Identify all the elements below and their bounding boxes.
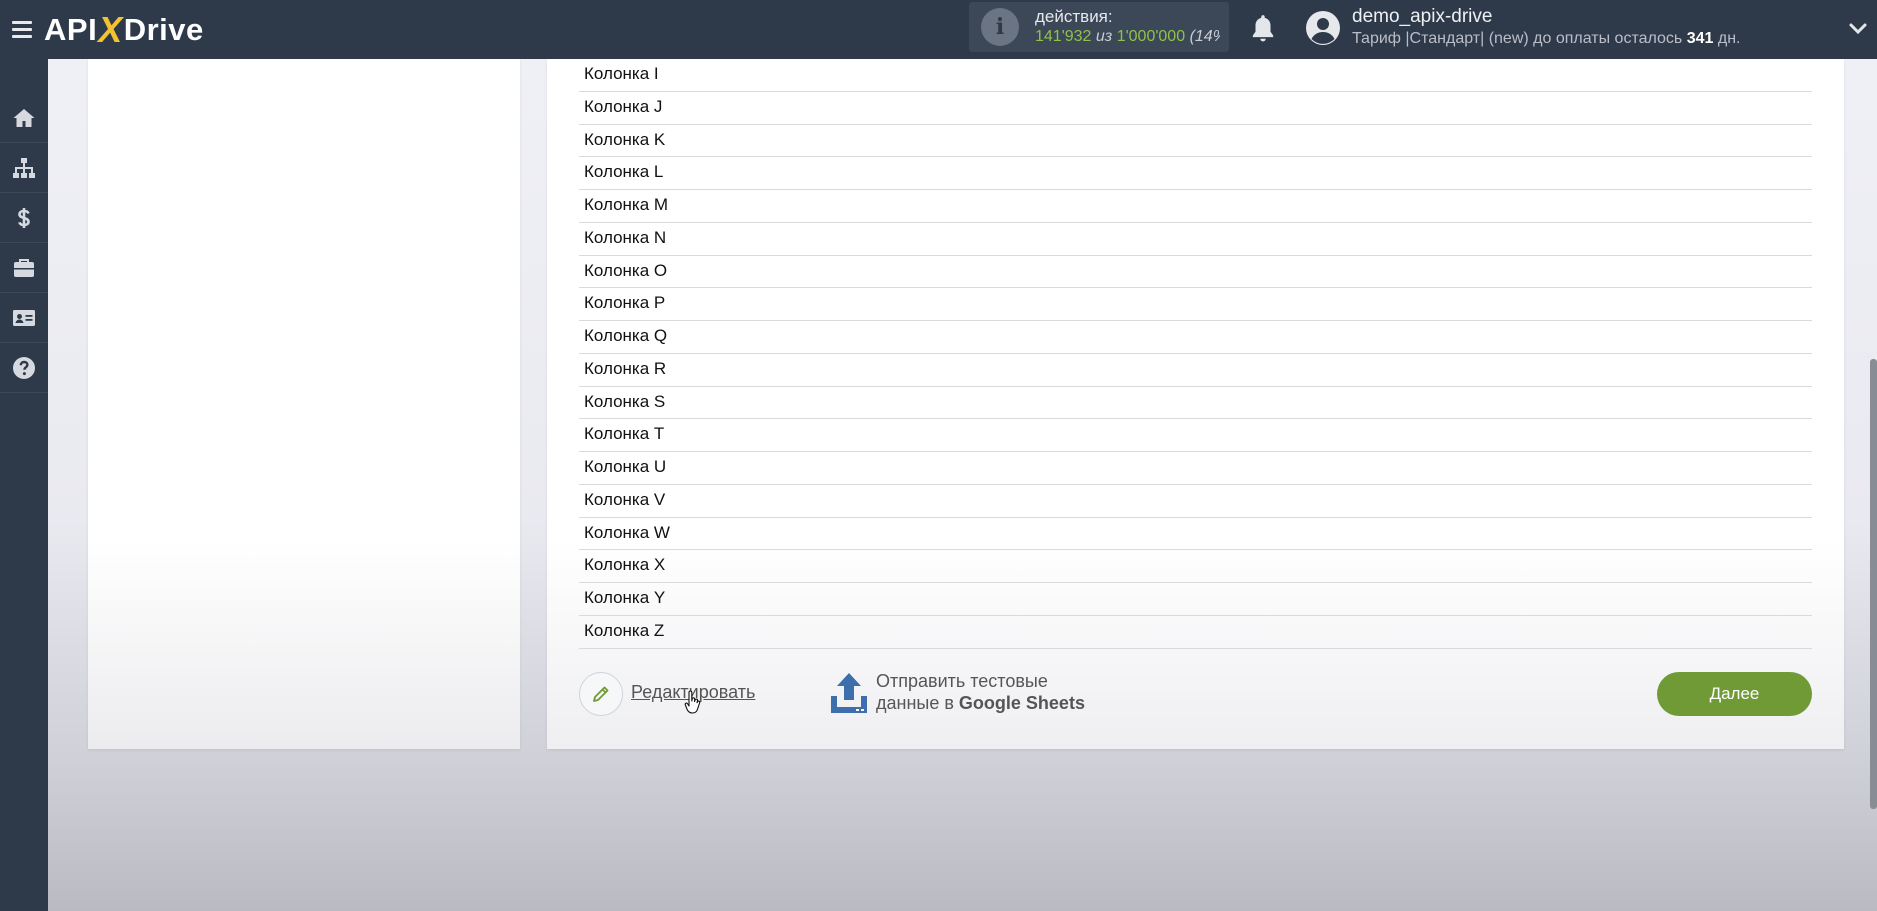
next-button[interactable]: Далее xyxy=(1657,672,1812,716)
column-row: Колонка Z xyxy=(579,616,1812,649)
send-line-1: Отправить тестовые xyxy=(876,671,1048,691)
column-row: Колонка I xyxy=(579,59,1812,92)
home-icon xyxy=(13,108,35,127)
column-row: Колонка X xyxy=(579,550,1812,583)
column-row: Колонка P xyxy=(579,288,1812,321)
hand-cursor-icon xyxy=(684,690,701,714)
plan-days-unit: дн. xyxy=(1717,30,1741,47)
column-row: Колонка L xyxy=(579,157,1812,190)
sidebar-item-services[interactable] xyxy=(0,243,48,293)
edit-button[interactable] xyxy=(579,672,623,716)
chevron-down-icon[interactable] xyxy=(1848,18,1868,38)
column-row: Колонка O xyxy=(579,256,1812,289)
column-row: Колонка S xyxy=(579,387,1812,420)
send-test-data-button[interactable]: Отправить тестовые данные в Google Sheet… xyxy=(876,670,1085,714)
id-card-icon xyxy=(13,309,35,326)
column-row: Колонка Y xyxy=(579,583,1812,616)
info-icon: i xyxy=(981,8,1019,46)
user-info[interactable]: demo_apix-drive Тариф |Стандарт| (new) д… xyxy=(1352,6,1740,50)
send-line-2: данные в Google Sheets xyxy=(876,692,1085,714)
actions-percent: (14% xyxy=(1189,28,1220,45)
column-row: Колонка M xyxy=(579,190,1812,223)
menu-icon[interactable] xyxy=(0,0,44,59)
briefcase-icon xyxy=(14,258,34,277)
send-prefix: данные в xyxy=(876,693,954,713)
sidebar-item-help[interactable] xyxy=(0,343,48,393)
main-panel: Колонка I Колонка J Колонка K Колонка L Коло… xyxy=(547,59,1844,749)
logo-text-api: API xyxy=(44,11,98,47)
column-row: Колонка U xyxy=(579,452,1812,485)
dollar-icon xyxy=(18,207,30,228)
apixdrive-logo[interactable]: API X Drive xyxy=(44,0,204,59)
plan-text: Тариф |Стандарт| (new) до оплаты осталос… xyxy=(1352,30,1683,47)
actions-value: 141'932 из 1'000'000 (14% xyxy=(1035,27,1220,47)
scrollbar-thumb[interactable] xyxy=(1870,359,1877,809)
column-row: Колонка V xyxy=(579,485,1812,518)
bell-icon[interactable] xyxy=(1250,13,1276,43)
username: demo_apix-drive xyxy=(1352,6,1493,27)
sidebar-item-billing[interactable] xyxy=(0,193,48,243)
actions-counter[interactable]: i действия: 141'932 из 1'000'000 (14% xyxy=(969,2,1229,52)
column-row: Колонка K xyxy=(579,125,1812,158)
plan-days: 341 xyxy=(1686,30,1714,47)
sitemap-icon xyxy=(13,157,35,178)
sidebar-item-home[interactable] xyxy=(0,93,48,143)
plan-info: Тариф |Стандарт| (new) до оплаты осталос… xyxy=(1352,28,1740,50)
actions-total: 1'000'000 xyxy=(1116,28,1186,45)
column-row: Колонка W xyxy=(579,518,1812,551)
logo-text-drive: Drive xyxy=(123,11,204,47)
actions-of: из xyxy=(1095,28,1113,45)
footer-actions: Редактировать Отправить тестовые данные … xyxy=(579,670,1812,718)
scrollbar[interactable] xyxy=(1870,59,1877,911)
sidebar xyxy=(0,59,48,911)
upload-icon[interactable] xyxy=(828,671,870,715)
pencil-icon xyxy=(593,686,609,702)
column-row: Колонка T xyxy=(579,419,1812,452)
left-panel xyxy=(88,59,520,749)
sidebar-item-profile[interactable] xyxy=(0,293,48,343)
column-list: Колонка I Колонка J Колонка K Колонка L Коло… xyxy=(579,59,1812,649)
user-avatar-icon[interactable] xyxy=(1305,10,1341,46)
column-row: Колонка Q xyxy=(579,321,1812,354)
column-row: Колонка N xyxy=(579,223,1812,256)
help-icon xyxy=(13,356,35,379)
sidebar-item-connections[interactable] xyxy=(0,143,48,193)
send-target: Google Sheets xyxy=(958,693,1085,713)
column-row: Колонка J xyxy=(579,92,1812,125)
actions-used: 141'932 xyxy=(1035,28,1092,45)
logo-text-x: X xyxy=(98,8,123,50)
column-row: Колонка R xyxy=(579,354,1812,387)
actions-label: действия: xyxy=(1035,7,1113,26)
